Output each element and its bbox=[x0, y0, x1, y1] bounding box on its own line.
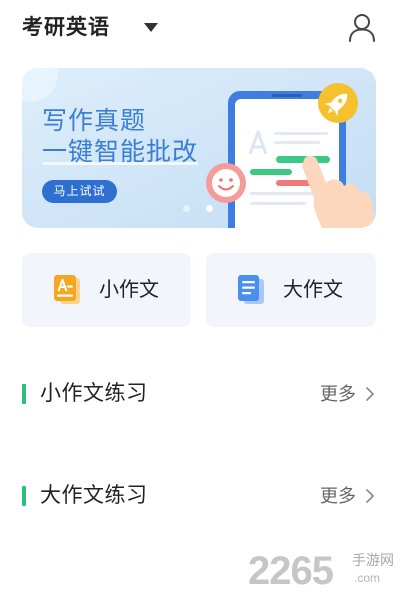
caret-down-icon[interactable] bbox=[143, 22, 159, 34]
course-title: 考研英语 bbox=[22, 16, 110, 39]
rocket-icon bbox=[318, 83, 358, 123]
small-essay-label: 小作文 bbox=[99, 279, 159, 301]
section-marker bbox=[22, 486, 26, 506]
banner-headline: 写作真题 bbox=[42, 107, 147, 135]
document-a-icon bbox=[54, 275, 80, 304]
watermark-brand: 2265 bbox=[248, 549, 334, 593]
course-selector[interactable]: 考研英语 bbox=[22, 13, 162, 43]
watermark-domain: .com bbox=[354, 571, 381, 585]
carousel-dot[interactable] bbox=[206, 205, 213, 212]
section-marker bbox=[22, 384, 26, 404]
more-link[interactable]: 更多 bbox=[318, 379, 376, 409]
chevron-right-icon bbox=[366, 387, 374, 401]
small-essay-card[interactable]: 小作文 bbox=[22, 253, 191, 327]
large-essay-practice-section: 大作文练习 更多 bbox=[22, 481, 376, 511]
banner-subheadline: 一键智能批改 bbox=[42, 138, 199, 166]
user-icon[interactable] bbox=[347, 12, 377, 42]
small-essay-practice-section: 小作文练习 更多 bbox=[22, 379, 376, 409]
large-essay-card[interactable]: 大作文 bbox=[206, 253, 376, 327]
try-now-button[interactable]: 马上试试 bbox=[42, 180, 117, 203]
large-essay-label: 大作文 bbox=[283, 279, 343, 301]
carousel-dot[interactable] bbox=[183, 205, 190, 212]
site-watermark: 2265 手游网 .com bbox=[248, 548, 398, 594]
more-link[interactable]: 更多 bbox=[318, 481, 376, 511]
section-title: 小作文练习 bbox=[40, 382, 148, 405]
more-label: 更多 bbox=[320, 384, 356, 404]
chevron-right-icon bbox=[366, 489, 374, 503]
watermark-site-name: 手游网 bbox=[352, 552, 394, 568]
smiley-icon bbox=[206, 163, 246, 203]
promo-banner[interactable]: 写作真题 一键智能批改 马上试试 bbox=[22, 68, 376, 228]
document-lines-icon bbox=[238, 275, 264, 304]
more-label: 更多 bbox=[320, 486, 356, 506]
carousel-indicator bbox=[183, 205, 213, 212]
section-title: 大作文练习 bbox=[40, 484, 148, 507]
